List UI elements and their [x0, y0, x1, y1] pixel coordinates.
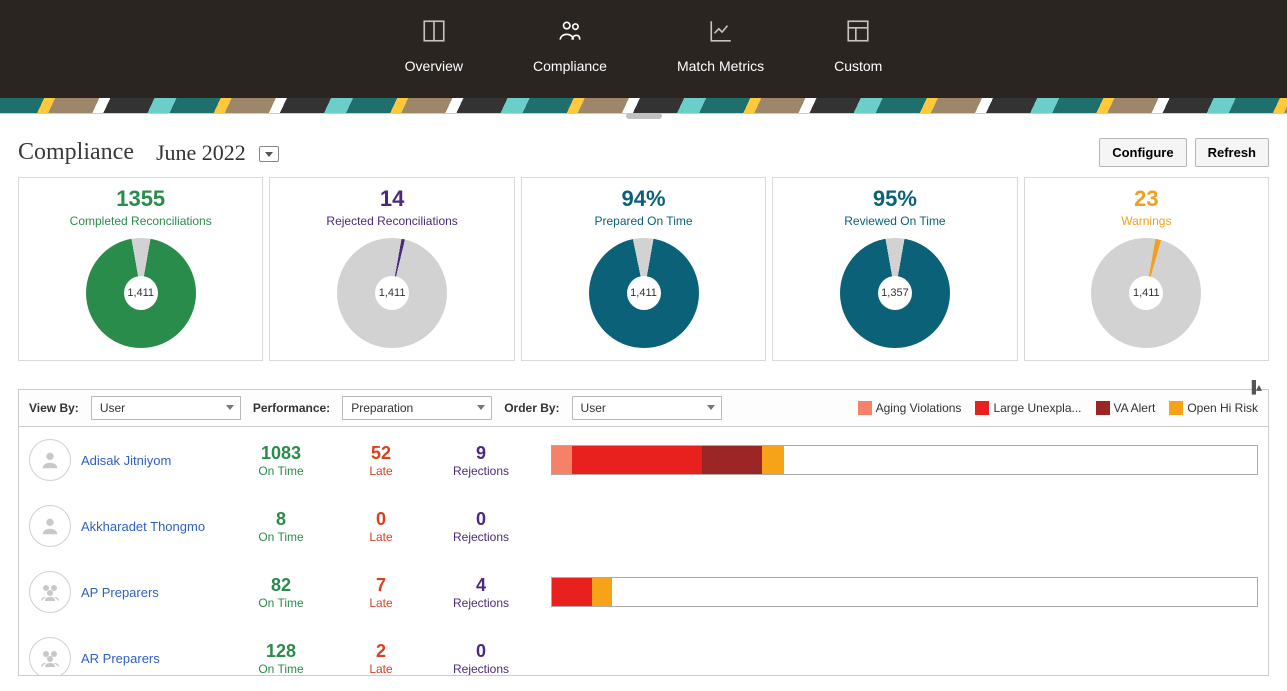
list-row: AP Preparers82On Time7Late4Rejections	[19, 559, 1268, 625]
match-metrics-icon	[708, 18, 734, 44]
late-label: Late	[331, 662, 431, 676]
user-icon	[29, 439, 71, 481]
risk-bar-cell	[531, 577, 1258, 607]
rejections-value: 9	[431, 443, 531, 464]
kpi-label: Prepared On Time	[594, 214, 692, 228]
late-value: 2	[331, 641, 431, 662]
ontime-label: On Time	[231, 530, 331, 544]
drag-handle[interactable]	[626, 113, 662, 119]
user-link[interactable]: AP Preparers	[81, 585, 231, 600]
overview-icon	[421, 18, 447, 44]
scroll-indicator-icon: ▐▴	[1247, 380, 1262, 394]
donut-chart: 1,411	[1091, 238, 1201, 348]
late-value: 7	[331, 575, 431, 596]
page-title: Compliance	[18, 139, 134, 166]
kpi-label: Warnings	[1121, 214, 1171, 228]
filter-bar: ▐▴ View By: User Performance: Preparatio…	[18, 389, 1269, 426]
page-header: Compliance June 2022 Configure Refresh	[0, 120, 1287, 177]
ontime-label: On Time	[231, 662, 331, 676]
ontime-value: 82	[231, 575, 331, 596]
viewby-select[interactable]: User	[91, 396, 241, 420]
list-row: AR Preparers128On Time2Late0Rejections	[19, 625, 1268, 676]
kpi-value: 23	[1134, 186, 1158, 212]
ontime-label: On Time	[231, 464, 331, 478]
rejections-value: 4	[431, 575, 531, 596]
compliance-icon	[557, 18, 583, 44]
risk-legend: Aging Violations Large Unexpla... VA Alert…	[858, 401, 1258, 416]
legend-item: Aging Violations	[858, 401, 962, 416]
tab-compliance[interactable]: Compliance	[533, 18, 607, 74]
donut-chart: 1,411	[337, 238, 447, 348]
kpi-label: Rejected Reconciliations	[326, 214, 457, 228]
list-row: Adisak Jitniyom1083On Time52Late9Rejecti…	[19, 427, 1268, 493]
kpi-value: 95%	[873, 186, 917, 212]
orderby-select[interactable]: User	[572, 396, 722, 420]
risk-bar[interactable]	[551, 577, 1258, 607]
late-value: 52	[331, 443, 431, 464]
orderby-label: Order By:	[504, 401, 559, 415]
kpi-label: Completed Reconciliations	[70, 214, 212, 228]
kpi-card[interactable]: 95% Reviewed On Time 1,357	[772, 177, 1017, 361]
tab-match-metrics[interactable]: Match Metrics	[677, 18, 764, 74]
ontime-value: 1083	[231, 443, 331, 464]
top-nav: Overview Compliance Match Metrics Custom	[0, 0, 1287, 98]
group-icon	[29, 637, 71, 676]
viewby-label: View By:	[29, 401, 79, 415]
late-label: Late	[331, 530, 431, 544]
ontime-label: On Time	[231, 596, 331, 610]
period-dropdown-icon[interactable]	[259, 146, 279, 162]
donut-total: 1,411	[627, 276, 661, 310]
donut-total: 1,357	[878, 276, 912, 310]
user-link[interactable]: Akkharadet Thongmo	[81, 519, 231, 534]
kpi-value: 94%	[621, 186, 665, 212]
user-link[interactable]: Adisak Jitniyom	[81, 453, 231, 468]
legend-item: Open Hi Risk	[1169, 401, 1258, 416]
late-label: Late	[331, 464, 431, 478]
kpi-card[interactable]: 23 Warnings 1,411	[1024, 177, 1269, 361]
list-row: Akkharadet Thongmo8On Time0Late0Rejectio…	[19, 493, 1268, 559]
rejections-label: Rejections	[431, 464, 531, 478]
donut-total: 1,411	[124, 276, 158, 310]
performance-label: Performance:	[253, 401, 330, 415]
rejections-value: 0	[431, 509, 531, 530]
tab-overview[interactable]: Overview	[405, 18, 463, 74]
late-label: Late	[331, 596, 431, 610]
ontime-value: 8	[231, 509, 331, 530]
kpi-label: Reviewed On Time	[844, 214, 945, 228]
legend-item: Large Unexpla...	[975, 401, 1081, 416]
kpi-value: 14	[380, 186, 404, 212]
late-value: 0	[331, 509, 431, 530]
ontime-value: 128	[231, 641, 331, 662]
kpi-cards: 1355 Completed Reconciliations 1,411 14 Reje…	[0, 177, 1287, 361]
kpi-card[interactable]: 14 Rejected Reconciliations 1,411	[269, 177, 514, 361]
donut-total: 1,411	[1129, 276, 1163, 310]
donut-total: 1,411	[375, 276, 409, 310]
custom-icon	[845, 18, 871, 44]
performance-select[interactable]: Preparation	[342, 396, 492, 420]
donut-chart: 1,357	[840, 238, 950, 348]
kpi-value: 1355	[116, 186, 165, 212]
risk-bar-cell	[531, 445, 1258, 475]
rejections-label: Rejections	[431, 596, 531, 610]
user-icon	[29, 505, 71, 547]
group-icon	[29, 571, 71, 613]
rejections-value: 0	[431, 641, 531, 662]
kpi-card[interactable]: 1355 Completed Reconciliations 1,411	[18, 177, 263, 361]
configure-button[interactable]: Configure	[1099, 138, 1186, 167]
period-label: June 2022	[156, 140, 279, 166]
refresh-button[interactable]: Refresh	[1195, 138, 1269, 167]
legend-item: VA Alert	[1096, 401, 1156, 416]
rejections-label: Rejections	[431, 662, 531, 676]
rejections-label: Rejections	[431, 530, 531, 544]
tab-custom[interactable]: Custom	[834, 18, 882, 74]
user-list[interactable]: Adisak Jitniyom1083On Time52Late9Rejecti…	[18, 426, 1269, 676]
kpi-card[interactable]: 94% Prepared On Time 1,411	[521, 177, 766, 361]
decorative-banner	[0, 98, 1287, 114]
donut-chart: 1,411	[86, 238, 196, 348]
risk-bar[interactable]	[551, 445, 1258, 475]
donut-chart: 1,411	[589, 238, 699, 348]
user-link[interactable]: AR Preparers	[81, 651, 231, 666]
